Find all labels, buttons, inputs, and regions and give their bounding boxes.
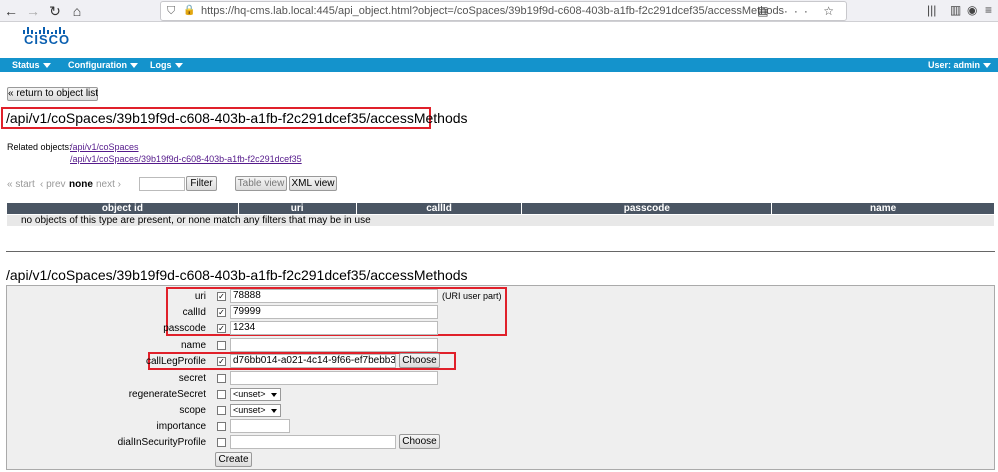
reload-icon[interactable]: ↻ bbox=[46, 2, 64, 20]
input-name[interactable] bbox=[230, 338, 438, 352]
form-title: /api/v1/coSpaces/39b19f9d-c608-403b-a1fb… bbox=[6, 267, 468, 283]
nav-user[interactable]: User: admin bbox=[928, 60, 992, 70]
objects-table: object id uri callId passcode name no ob… bbox=[6, 202, 995, 227]
checkbox-dialinsecurityprofile[interactable] bbox=[217, 438, 226, 447]
field-label-secret: secret bbox=[178, 373, 206, 384]
nav-configuration-label: Configuration bbox=[68, 60, 127, 70]
table-view-button[interactable]: Table view bbox=[235, 176, 287, 191]
chevron-down-icon bbox=[174, 63, 183, 69]
pager-current: none bbox=[69, 179, 93, 190]
chevron-down-icon bbox=[42, 63, 51, 69]
lock-icon: 🔒 bbox=[183, 5, 196, 16]
chevron-down-icon bbox=[130, 63, 138, 69]
cisco-logo: CISCO bbox=[20, 22, 80, 48]
column-header-object-id[interactable]: object id bbox=[6, 202, 239, 215]
sidebar-icon[interactable]: ▥ bbox=[950, 3, 961, 17]
back-icon[interactable]: ← bbox=[2, 2, 20, 20]
pager-start[interactable]: « start bbox=[7, 179, 35, 190]
input-importance[interactable] bbox=[230, 419, 290, 433]
input-secret[interactable] bbox=[230, 371, 438, 385]
input-dialinsecurityprofile[interactable] bbox=[230, 435, 396, 449]
choose-calllegprofile-button[interactable]: Choose bbox=[399, 353, 440, 368]
checkbox-secret[interactable] bbox=[217, 374, 226, 383]
field-label-regeneratesecret: regenerateSecret bbox=[128, 389, 206, 400]
field-label-calllegprofile: callLegProfile bbox=[145, 356, 206, 367]
page-actions-icons[interactable]: ▤ ··· ☆ bbox=[757, 2, 840, 20]
field-label-scope: scope bbox=[179, 405, 206, 416]
choose-dialinsecurityprofile-button[interactable]: Choose bbox=[399, 434, 440, 449]
related-link-cospace[interactable]: /api/v1/coSpaces/39b19f9d-c608-403b-a1fb… bbox=[70, 154, 302, 164]
dropdown-arrow-icon bbox=[271, 393, 277, 397]
checkbox-calllegprofile[interactable]: ✓ bbox=[217, 357, 226, 366]
field-label-callid: callId bbox=[182, 307, 206, 318]
filter-input[interactable] bbox=[139, 177, 185, 191]
column-header-name[interactable]: name bbox=[771, 202, 995, 215]
forward-icon[interactable]: → bbox=[24, 2, 42, 20]
hint-uri: (URI user part) bbox=[442, 291, 502, 301]
browser-toolbar: ← → ↻ ⌂ ⛉ 🔒 https://hq-cms.lab.local:445… bbox=[0, 0, 998, 22]
checkbox-importance[interactable] bbox=[217, 422, 226, 431]
checkbox-callid[interactable]: ✓ bbox=[217, 308, 226, 317]
select-regeneratesecret[interactable]: <unset> bbox=[230, 388, 281, 401]
pager-next[interactable]: next › bbox=[96, 179, 121, 190]
nav-logs-label: Logs bbox=[150, 60, 172, 70]
url-bar[interactable]: ⛉ 🔒 https://hq-cms.lab.local:445/api_obj… bbox=[160, 1, 847, 21]
shield-icon: ⛉ bbox=[167, 5, 176, 17]
related-objects-label: Related objects: bbox=[7, 142, 72, 152]
return-to-list-button[interactable]: « return to object list bbox=[7, 87, 98, 101]
xml-view-button[interactable]: XML view bbox=[289, 176, 337, 191]
account-icon[interactable]: ◉ bbox=[967, 3, 977, 17]
filter-button[interactable]: Filter bbox=[186, 176, 217, 191]
field-label-uri: uri bbox=[194, 291, 206, 302]
select-scope[interactable]: <unset> bbox=[230, 404, 281, 417]
logo-bars-icon bbox=[23, 22, 67, 34]
select-regeneratesecret-value: <unset> bbox=[233, 389, 266, 399]
checkbox-scope[interactable] bbox=[217, 406, 226, 415]
nav-configuration[interactable]: Configuration bbox=[68, 60, 138, 70]
nav-logs[interactable]: Logs bbox=[150, 60, 183, 70]
nav-status-label: Status bbox=[12, 60, 40, 70]
table-row: no objects of this type are present, or … bbox=[6, 214, 995, 227]
input-calllegprofile[interactable]: d76bb014-a021-4c14-9f66-ef7bebb38a81 bbox=[230, 354, 396, 368]
create-button[interactable]: Create bbox=[215, 452, 252, 467]
url-text: https://hq-cms.lab.local:445/api_object.… bbox=[201, 5, 785, 17]
field-label-name: name bbox=[180, 340, 206, 351]
empty-message: no objects of this type are present, or … bbox=[6, 214, 995, 227]
checkbox-uri[interactable]: ✓ bbox=[217, 292, 226, 301]
checkbox-passcode[interactable]: ✓ bbox=[217, 324, 226, 333]
column-header-passcode[interactable]: passcode bbox=[521, 202, 773, 215]
checkbox-name[interactable] bbox=[217, 341, 226, 350]
pager-prev[interactable]: ‹ prev bbox=[40, 179, 66, 190]
select-scope-value: <unset> bbox=[233, 405, 266, 415]
field-label-passcode: passcode bbox=[163, 323, 206, 334]
nav-user-label: User: admin bbox=[928, 60, 981, 70]
field-label-dialinsecurityprofile: dialInSecurityProfile bbox=[117, 437, 206, 448]
input-callid[interactable]: 79999 bbox=[230, 305, 438, 319]
input-passcode[interactable]: 1234 bbox=[230, 321, 438, 335]
dropdown-arrow-icon bbox=[271, 409, 277, 413]
page-title: /api/v1/coSpaces/39b19f9d-c608-403b-a1fb… bbox=[6, 110, 468, 126]
home-icon[interactable]: ⌂ bbox=[68, 2, 86, 20]
column-header-uri[interactable]: uri bbox=[237, 202, 357, 215]
library-icon[interactable]: ||| bbox=[927, 3, 936, 17]
chevron-down-icon bbox=[983, 63, 992, 69]
related-link-cospaces[interactable]: /api/v1/coSpaces bbox=[70, 142, 139, 152]
app-nav-bar: Status Configuration Logs User: admin bbox=[0, 58, 998, 72]
field-label-importance: importance bbox=[156, 421, 206, 432]
checkbox-regeneratesecret[interactable] bbox=[217, 390, 226, 399]
input-uri[interactable]: 78888 bbox=[230, 289, 438, 303]
menu-icon[interactable]: ≡ bbox=[985, 3, 992, 17]
logo-wordmark: CISCO bbox=[24, 32, 71, 47]
table-header-row: object id uri callId passcode name bbox=[6, 202, 995, 215]
divider bbox=[6, 251, 995, 252]
column-header-callid[interactable]: callId bbox=[355, 202, 523, 215]
nav-status[interactable]: Status bbox=[12, 60, 51, 70]
